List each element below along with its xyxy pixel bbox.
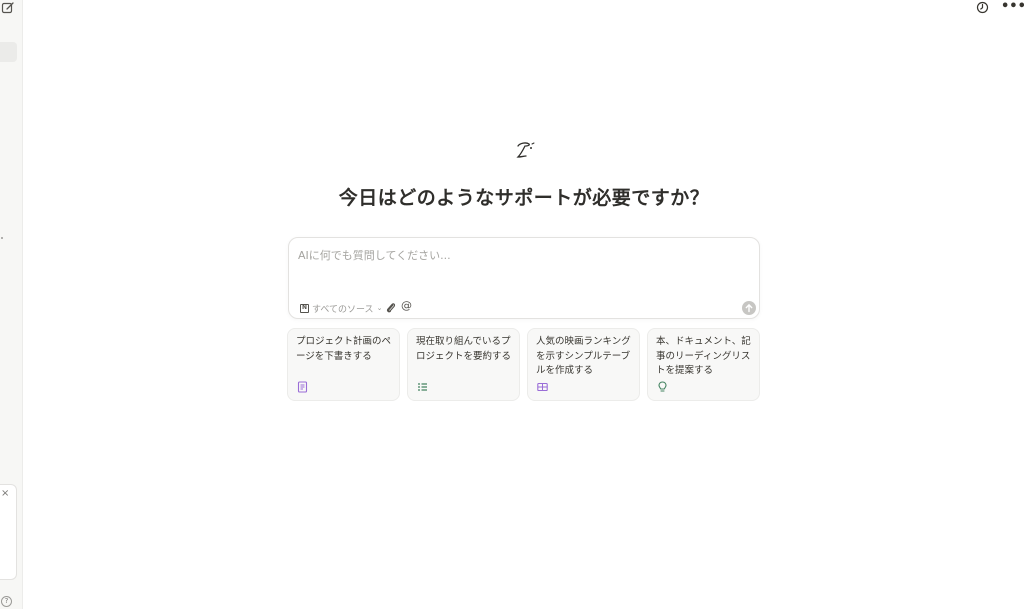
new-page-icon[interactable] xyxy=(1,1,15,15)
chevron-down-icon: ⌄ xyxy=(376,304,383,312)
close-icon[interactable]: × xyxy=(1,489,9,499)
page-icon xyxy=(297,381,308,393)
paperclip-icon[interactable] xyxy=(385,301,396,314)
suggestion-cards: プロジェクト計画のページを下書きする 現在取り組んでいるプロジェクトを要約する … xyxy=(287,328,761,401)
help-icon[interactable]: ? xyxy=(1,596,12,607)
sidebar-popup-panel: × xyxy=(0,484,17,580)
sidebar-dot xyxy=(1,237,3,239)
suggestion-text: 現在取り組んでいるプロジェクトを要約する xyxy=(416,336,512,362)
list-icon xyxy=(418,383,427,391)
sources-label: すべてのソース xyxy=(312,304,374,315)
suggestion-card[interactable]: 現在取り組んでいるプロジェクトを要約する xyxy=(407,328,520,401)
table-icon xyxy=(537,382,548,392)
suggestion-text: 人気の映画ランキングを示すシンプルテーブルを作成する xyxy=(536,336,631,376)
ai-chat-screen: × ? ••• 今日はどのようなサポートが必要ですか？ N すべてのソース ⌄ … xyxy=(0,0,1024,609)
more-options-icon[interactable]: ••• xyxy=(1001,0,1024,14)
suggestion-card[interactable]: 本、ドキュメント、記事のリーディングリストを提案する xyxy=(647,328,760,401)
ai-face-logo xyxy=(516,142,535,158)
suggestion-card[interactable]: 人気の映画ランキングを示すシンプルテーブルを作成する xyxy=(527,328,640,401)
chat-input-box: N すべてのソース ⌄ @ xyxy=(288,237,760,319)
collapsed-sidebar: × ? xyxy=(0,0,23,609)
arrow-up-icon xyxy=(745,304,753,313)
page-title: 今日はどのようなサポートが必要ですか？ xyxy=(338,187,710,209)
sources-dropdown[interactable]: N すべてのソース ⌄ xyxy=(300,301,382,315)
suggestion-text: プロジェクト計画のページを下書きする xyxy=(296,336,392,362)
lightbulb-icon xyxy=(658,381,667,392)
mention-button[interactable]: @ xyxy=(401,299,412,312)
notion-icon: N xyxy=(300,303,309,313)
history-icon[interactable] xyxy=(976,1,989,14)
chat-input[interactable] xyxy=(298,247,738,277)
send-button[interactable] xyxy=(742,301,756,315)
suggestion-text: 本、ドキュメント、記事のリーディングリストを提案する xyxy=(656,336,751,376)
suggestion-card[interactable]: プロジェクト計画のページを下書きする xyxy=(287,328,400,401)
sidebar-active-item[interactable] xyxy=(0,42,17,62)
